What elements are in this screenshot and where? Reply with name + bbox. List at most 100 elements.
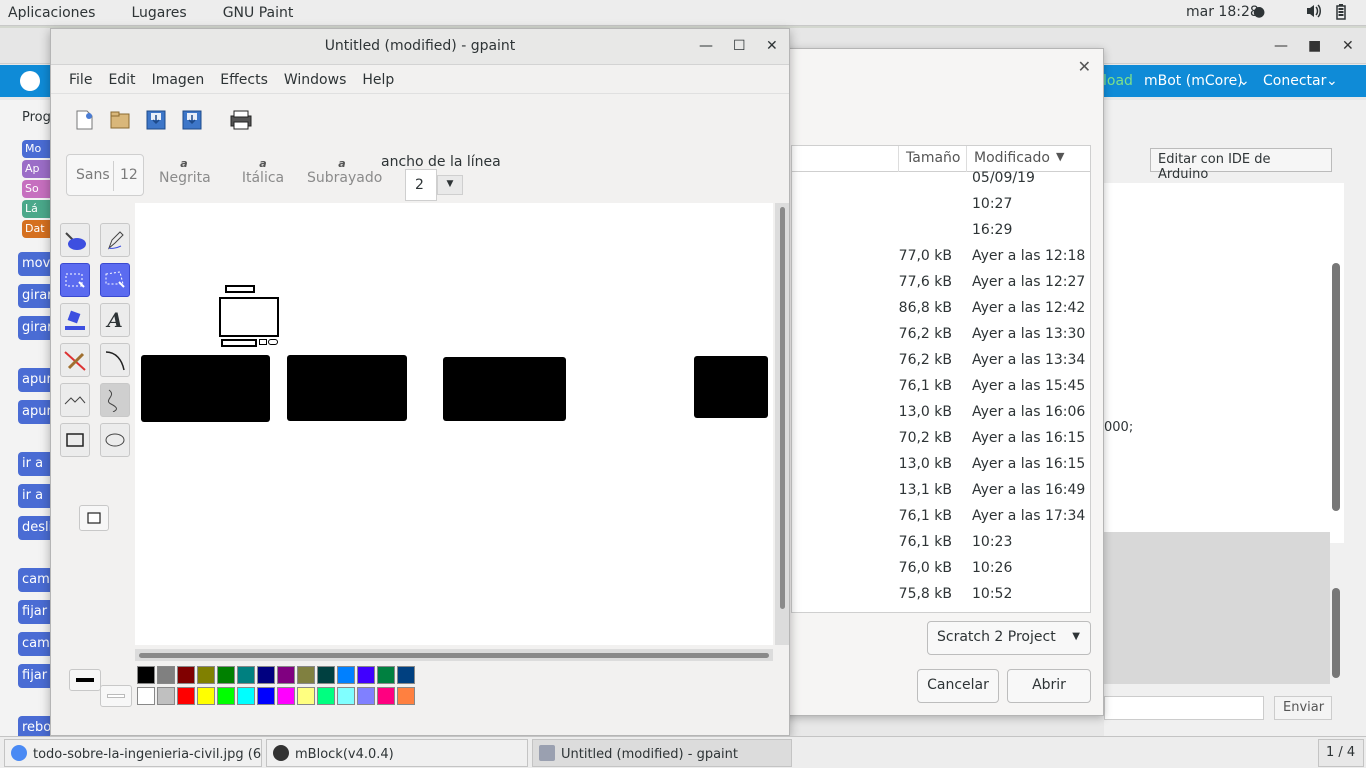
places-menu[interactable]: Lugares bbox=[123, 5, 194, 21]
color-swatch[interactable] bbox=[277, 666, 295, 684]
block-point[interactable]: apur bbox=[18, 400, 54, 424]
menu-effects[interactable]: Effects bbox=[212, 72, 276, 88]
color-swatch[interactable] bbox=[197, 687, 215, 705]
block-change[interactable]: cam bbox=[18, 568, 54, 592]
color-swatch[interactable] bbox=[257, 687, 275, 705]
serial-input[interactable] bbox=[1104, 696, 1264, 720]
block-turn[interactable]: girar bbox=[18, 316, 54, 340]
file-row[interactable]: 86,8 kB Ayer a las 12:42 bbox=[792, 296, 1090, 322]
background-color-icon[interactable] bbox=[100, 685, 132, 707]
polyline-tool[interactable] bbox=[60, 383, 90, 417]
load-menu[interactable]: load bbox=[1103, 73, 1133, 89]
file-list[interactable]: Tamaño Modificado ▼ 05/09/19 10:27 16:29 77… bbox=[791, 145, 1091, 613]
color-swatch[interactable] bbox=[177, 666, 195, 684]
send-button[interactable]: Enviar bbox=[1274, 696, 1332, 720]
save-as-icon[interactable] bbox=[181, 109, 205, 133]
fill-tool[interactable] bbox=[60, 223, 90, 257]
block-move[interactable]: mov bbox=[18, 252, 54, 276]
maximize-icon[interactable]: ☐ bbox=[733, 38, 746, 54]
save-icon[interactable] bbox=[145, 109, 169, 133]
block-point[interactable]: apur bbox=[18, 368, 54, 392]
file-row[interactable]: 76,0 kB 10:26 bbox=[792, 556, 1090, 582]
color-swatch[interactable] bbox=[397, 666, 415, 684]
color-swatch[interactable] bbox=[257, 666, 275, 684]
rectangle-select-tool[interactable] bbox=[100, 263, 130, 297]
color-swatch[interactable] bbox=[317, 666, 335, 684]
menu-help[interactable]: Help bbox=[354, 72, 402, 88]
clock[interactable]: mar 18:28 bbox=[1186, 4, 1259, 20]
color-swatch[interactable] bbox=[357, 666, 375, 684]
block-set[interactable]: fijar bbox=[18, 600, 54, 624]
scroll-thumb[interactable] bbox=[139, 653, 769, 658]
file-row[interactable]: 16:29 bbox=[792, 218, 1090, 244]
menu-image[interactable]: Imagen bbox=[144, 72, 213, 88]
sort-descending-icon[interactable]: ▼ bbox=[1056, 150, 1064, 163]
file-row[interactable]: 13,1 kB Ayer a las 16:49 bbox=[792, 478, 1090, 504]
color-swatch[interactable] bbox=[297, 687, 315, 705]
color-swatch[interactable] bbox=[277, 687, 295, 705]
close-icon[interactable]: ✕ bbox=[1078, 57, 1091, 76]
color-swatch[interactable] bbox=[377, 666, 395, 684]
color-swatch[interactable] bbox=[177, 687, 195, 705]
applications-menu[interactable]: Aplicaciones bbox=[0, 5, 103, 21]
file-row[interactable]: 13,0 kB Ayer a las 16:15 bbox=[792, 452, 1090, 478]
menu-file[interactable]: File bbox=[61, 72, 100, 88]
color-swatch[interactable] bbox=[217, 687, 235, 705]
lasso-select-tool[interactable] bbox=[60, 263, 90, 297]
color-swatch[interactable] bbox=[197, 666, 215, 684]
ellipse-tool[interactable] bbox=[100, 423, 130, 457]
file-row[interactable]: 10:27 bbox=[792, 192, 1090, 218]
task-gpaint[interactable]: Untitled (modified) - gpaint bbox=[532, 739, 792, 767]
file-row[interactable]: 76,1 kB Ayer a las 17:34 bbox=[792, 504, 1090, 530]
canvas-vertical-scrollbar[interactable] bbox=[775, 203, 789, 645]
color-swatch[interactable] bbox=[157, 687, 175, 705]
open-folder-icon[interactable] bbox=[109, 109, 133, 133]
color-swatch[interactable] bbox=[157, 666, 175, 684]
file-type-filter[interactable]: Scratch 2 Project ▼ bbox=[927, 621, 1091, 655]
block-change[interactable]: cam bbox=[18, 632, 54, 656]
rectangle-tool[interactable] bbox=[60, 423, 90, 457]
file-row[interactable]: 05/09/19 bbox=[792, 166, 1090, 192]
color-swatch[interactable] bbox=[217, 666, 235, 684]
font-selector[interactable]: Sans 12 bbox=[66, 154, 144, 196]
color-swatch[interactable] bbox=[237, 687, 255, 705]
drawing-canvas[interactable] bbox=[135, 203, 773, 645]
minimize-icon[interactable]: — bbox=[1274, 38, 1288, 54]
file-row[interactable]: 75,8 kB 10:52 bbox=[792, 582, 1090, 608]
print-icon[interactable] bbox=[229, 109, 253, 133]
connect-menu[interactable]: Conectar bbox=[1263, 73, 1326, 89]
color-swatch[interactable] bbox=[377, 687, 395, 705]
file-row[interactable]: 77,0 kB Ayer a las 12:18 bbox=[792, 244, 1090, 270]
cancel-button[interactable]: Cancelar bbox=[917, 669, 999, 703]
serial-scrollbar[interactable] bbox=[1332, 588, 1340, 678]
close-icon[interactable]: ✕ bbox=[766, 38, 778, 54]
new-file-icon[interactable] bbox=[73, 109, 97, 133]
file-row[interactable]: 13,0 kB Ayer a las 16:06 bbox=[792, 400, 1090, 426]
code-scrollbar[interactable] bbox=[1332, 263, 1340, 511]
color-swatch[interactable] bbox=[137, 666, 155, 684]
block-goto[interactable]: ir a bbox=[18, 452, 54, 476]
file-row[interactable]: 76,1 kB 10:23 bbox=[792, 530, 1090, 556]
maximize-icon[interactable]: ■ bbox=[1308, 38, 1321, 54]
open-button[interactable]: Abrir bbox=[1007, 669, 1091, 703]
task-mblock[interactable]: mBlock(v4.0.4) bbox=[266, 739, 528, 767]
column-modified[interactable]: Modificado bbox=[974, 150, 1050, 166]
battery-icon[interactable] bbox=[1336, 4, 1346, 24]
line-width-input[interactable]: 2 bbox=[405, 169, 437, 201]
pencil-tool[interactable] bbox=[100, 223, 130, 257]
scroll-thumb[interactable] bbox=[780, 207, 785, 609]
color-swatch[interactable] bbox=[237, 666, 255, 684]
task-image-viewer[interactable]: todo-sobre-la-ingenieria-civil.jpg (64..… bbox=[4, 739, 262, 767]
workspace-pager[interactable]: 1 / 4 bbox=[1318, 739, 1364, 767]
canvas-horizontal-scrollbar[interactable] bbox=[135, 649, 773, 661]
block-glide[interactable]: desli bbox=[18, 516, 54, 540]
column-size[interactable]: Tamaño bbox=[906, 150, 960, 166]
line-tool[interactable] bbox=[60, 343, 90, 377]
line-width-dropdown-icon[interactable]: ▼ bbox=[437, 175, 463, 195]
color-swatch[interactable] bbox=[337, 666, 355, 684]
device-menu[interactable]: mBot (mCore) bbox=[1144, 73, 1243, 89]
color-swatch[interactable] bbox=[137, 687, 155, 705]
volume-icon[interactable] bbox=[1306, 4, 1322, 22]
curve-tool[interactable] bbox=[100, 343, 130, 377]
freehand-tool[interactable] bbox=[100, 383, 130, 417]
